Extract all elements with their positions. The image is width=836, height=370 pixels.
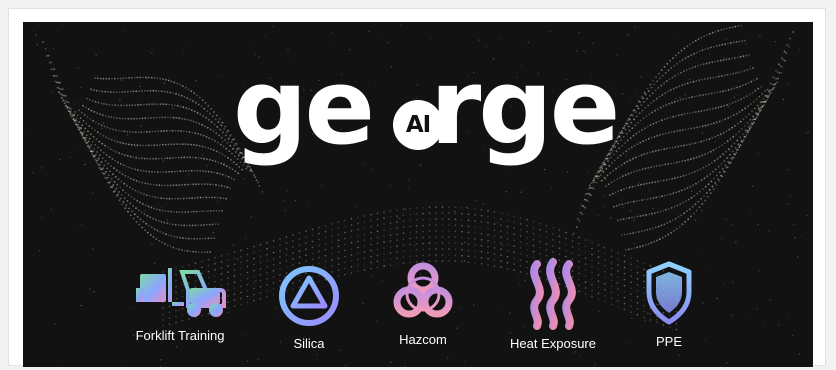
logo-text-end: rge — [429, 46, 620, 168]
triangle-in-circle-icon — [279, 266, 339, 326]
topic-heat-exposure[interactable]: Heat Exposure — [501, 258, 605, 351]
topic-label-hazcom: Hazcom — [399, 332, 447, 347]
logo-text-start: ge — [233, 46, 375, 168]
george-ai-banner: ge rge AI Forklift Training Silica Hazco… — [23, 22, 813, 367]
topic-label-ppe: PPE — [655, 334, 682, 349]
biohazard-icon — [393, 262, 453, 318]
topic-hazcom[interactable]: Hazcom — [383, 258, 463, 347]
forklift-icon — [136, 268, 226, 317]
topic-label-heat-exposure: Heat Exposure — [510, 336, 596, 351]
topic-silica[interactable]: Silica — [269, 258, 349, 351]
banner-frame: ge rge AI Forklift Training Silica Hazco… — [8, 8, 826, 367]
topic-label-silica: Silica — [293, 336, 325, 351]
shield-icon — [646, 261, 692, 325]
topic-ppe[interactable]: PPE — [639, 258, 699, 349]
heat-waves-icon — [530, 258, 576, 330]
topic-list: Forklift Training Silica Hazcom Heat Exp… — [23, 258, 813, 367]
george-ai-logo: ge rge AI — [233, 52, 633, 170]
topic-label-forklift-training: Forklift Training — [135, 328, 225, 343]
topic-forklift-training[interactable]: Forklift Training — [125, 258, 235, 343]
logo-ai-badge: AI — [393, 100, 443, 150]
